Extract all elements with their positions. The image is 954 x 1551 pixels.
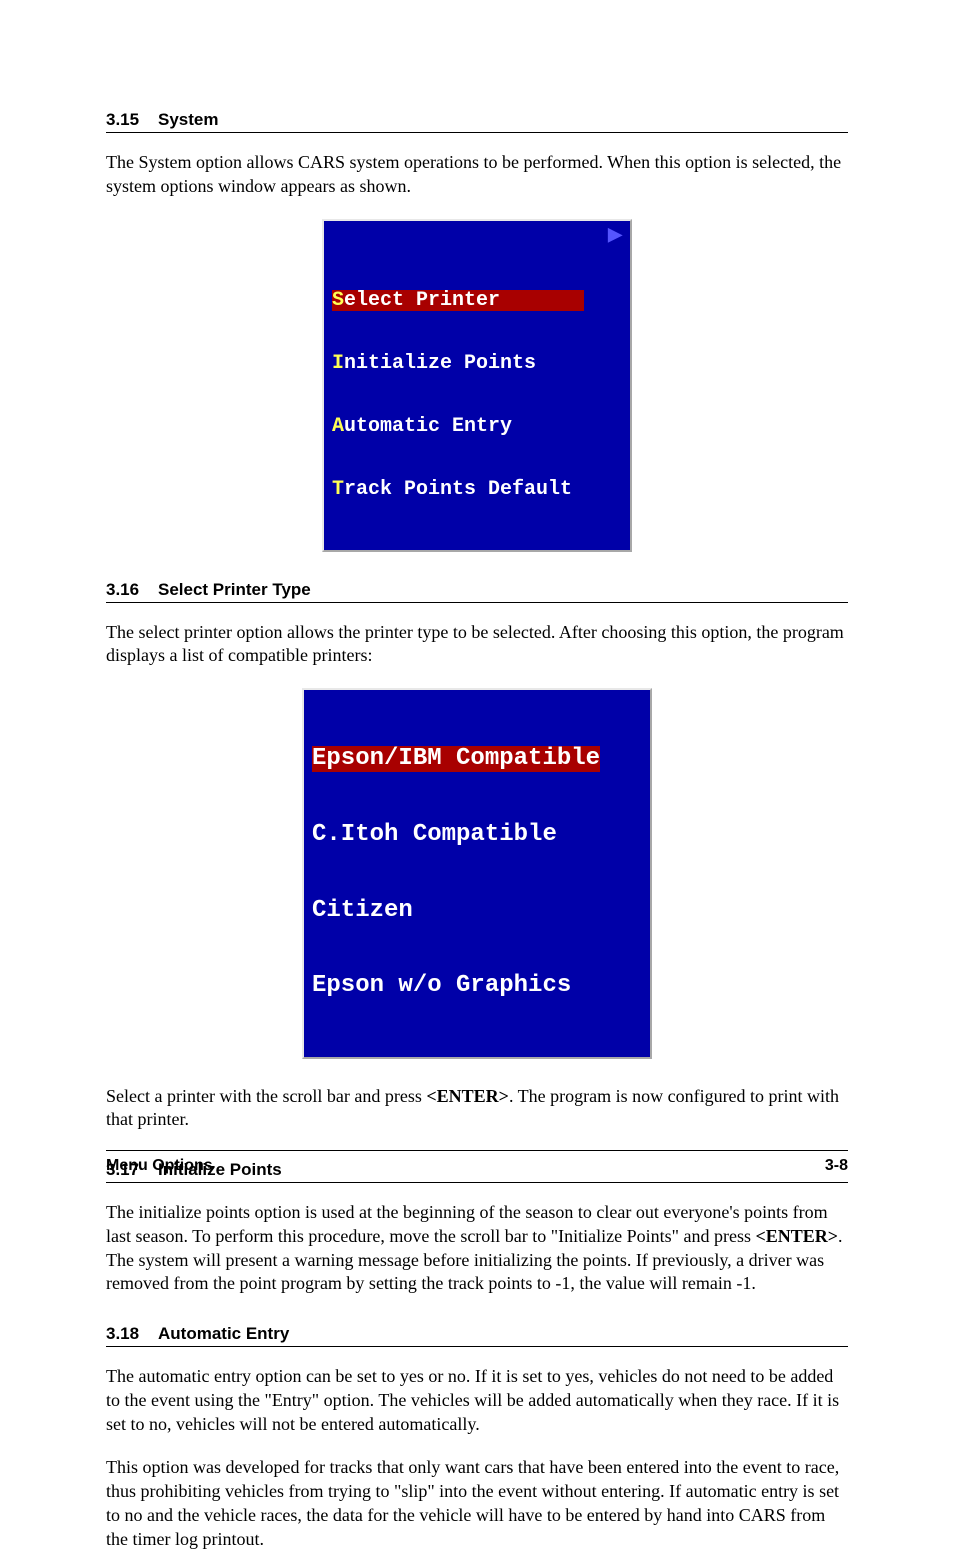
menu-item-initialize-points[interactable]: Initialize Points bbox=[332, 353, 622, 374]
heading-title: Select Printer Type bbox=[158, 580, 311, 600]
heading-3-15: 3.15 System bbox=[106, 110, 848, 133]
menu-item-track-points-default[interactable]: Track Points Default bbox=[332, 479, 622, 500]
footer-left: Menu Options bbox=[106, 1157, 213, 1175]
heading-number: 3.18 bbox=[106, 1324, 158, 1344]
key-enter: <ENTER> bbox=[755, 1226, 838, 1246]
page: 3.15 System The System option allows CAR… bbox=[0, 0, 954, 1235]
heading-3-18: 3.18 Automatic Entry bbox=[106, 1324, 848, 1347]
menu-label: utomatic Entry bbox=[344, 416, 512, 437]
heading-title: System bbox=[158, 110, 218, 130]
menu-item-citizen[interactable]: Citizen bbox=[312, 898, 642, 923]
printer-type-menu: Epson/IBM Compatible C.Itoh Compatible C… bbox=[302, 688, 652, 1059]
heading-number: 3.15 bbox=[106, 110, 158, 130]
section-3-17: 3.17 Initialize Points The initialize po… bbox=[106, 1160, 848, 1296]
menu-label: nitialize Points bbox=[344, 353, 536, 374]
printer-menu-container: Epson/IBM Compatible C.Itoh Compatible C… bbox=[106, 688, 848, 1059]
system-options-menu: ▶ Select Printer Initialize Points Autom… bbox=[322, 219, 632, 552]
heading-number: 3.16 bbox=[106, 580, 158, 600]
hotkey: I bbox=[332, 353, 344, 374]
hotkey: T bbox=[332, 479, 344, 500]
paragraph: The automatic entry option can be set to… bbox=[106, 1365, 848, 1436]
menu-label: Epson/IBM Compatible bbox=[312, 746, 600, 771]
paragraph: The select printer option allows the pri… bbox=[106, 621, 848, 669]
paragraph: Select a printer with the scroll bar and… bbox=[106, 1085, 848, 1133]
section-3-15: 3.15 System The System option allows CAR… bbox=[106, 110, 848, 552]
section-3-16: 3.16 Select Printer Type The select prin… bbox=[106, 580, 848, 1133]
paragraph: The initialize points option is used at … bbox=[106, 1201, 848, 1296]
menu-item-automatic-entry[interactable]: Automatic Entry bbox=[332, 416, 622, 437]
menu-item-citoh[interactable]: C.Itoh Compatible bbox=[312, 822, 642, 847]
menu-item-epson-ibm[interactable]: Epson/IBM Compatible bbox=[312, 746, 642, 771]
footer-right: 3-8 bbox=[825, 1157, 848, 1175]
menu-label: Epson w/o Graphics bbox=[312, 973, 571, 998]
hotkey: S bbox=[332, 289, 344, 312]
heading-3-16: 3.16 Select Printer Type bbox=[106, 580, 848, 603]
menu-item-select-printer[interactable]: Select Printer bbox=[332, 290, 622, 311]
page-footer: Menu Options 3-8 bbox=[106, 1150, 848, 1175]
key-enter: <ENTER> bbox=[426, 1086, 509, 1106]
menu-item-epson-no-graphics[interactable]: Epson w/o Graphics bbox=[312, 973, 642, 998]
heading-title: Automatic Entry bbox=[158, 1324, 289, 1344]
paragraph: This option was developed for tracks tha… bbox=[106, 1456, 848, 1551]
section-3-18: 3.18 Automatic Entry The automatic entry… bbox=[106, 1324, 848, 1551]
menu-label: elect Printer bbox=[344, 289, 500, 312]
paragraph: The System option allows CARS system ope… bbox=[106, 151, 848, 199]
hotkey: A bbox=[332, 416, 344, 437]
menu-label: Citizen bbox=[312, 898, 413, 923]
menu-label: C.Itoh Compatible bbox=[312, 822, 557, 847]
menu-label: rack Points Default bbox=[344, 479, 572, 500]
submenu-arrow-icon: ▶ bbox=[608, 227, 622, 246]
system-menu-container: ▶ Select Printer Initialize Points Autom… bbox=[106, 219, 848, 552]
